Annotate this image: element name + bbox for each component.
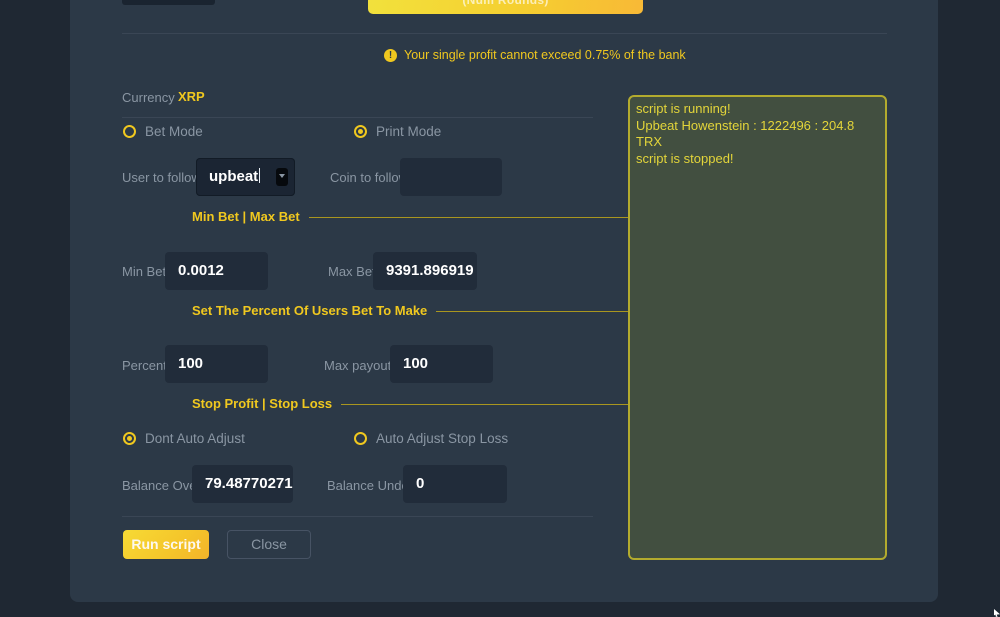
max-payout-label: Max payout [324, 358, 391, 373]
max-bet-label: Max Bet [328, 264, 376, 279]
radio-print-mode[interactable]: Print Mode [354, 124, 441, 139]
currency-label: Currency [122, 90, 175, 105]
percent-value: 100 [178, 355, 203, 372]
screen: (Num Rounds) ! Your single profit cannot… [0, 0, 1000, 617]
min-bet-input[interactable]: 0.0012 [165, 252, 268, 290]
partial-top-input[interactable] [122, 0, 215, 5]
script-settings-panel: (Num Rounds) ! Your single profit cannot… [70, 0, 938, 602]
section-stop: Stop Profit | Stop Loss [192, 396, 663, 411]
balance-over-value: 79.48770271 [205, 475, 293, 492]
top-divider [122, 33, 887, 34]
radio-bet-mode-label: Bet Mode [145, 124, 203, 139]
radio-circle-icon [354, 125, 367, 138]
min-bet-label: Min Bet [122, 264, 166, 279]
radio-print-mode-label: Print Mode [376, 124, 441, 139]
balance-under-value: 0 [416, 475, 424, 492]
actions-divider [122, 516, 593, 517]
radio-dont-auto-adjust-label: Dont Auto Adjust [145, 431, 245, 446]
profit-warning: ! Your single profit cannot exceed 0.75%… [384, 48, 686, 62]
script-log-textarea[interactable]: script is running! Upbeat Howenstein : 1… [628, 95, 887, 560]
user-to-follow-value: upbeat [209, 168, 258, 185]
radio-auto-adjust-stop-loss[interactable]: Auto Adjust Stop Loss [354, 431, 508, 446]
min-bet-value: 0.0012 [178, 262, 224, 279]
radio-bet-mode[interactable]: Bet Mode [123, 124, 203, 139]
run-script-button[interactable]: Run script [123, 530, 209, 559]
coin-to-follow-label: Coin to follow [330, 170, 408, 185]
balance-under-label: Balance Under [327, 478, 413, 493]
mouse-cursor [994, 609, 1000, 617]
radio-dont-auto-adjust[interactable]: Dont Auto Adjust [123, 431, 245, 446]
radio-circle-icon [123, 125, 136, 138]
user-to-follow-input[interactable]: upbeat [196, 158, 295, 196]
top-partial-button[interactable]: (Num Rounds) [368, 0, 643, 14]
keyboard-extension-icon[interactable] [276, 168, 288, 186]
max-payout-input[interactable]: 100 [390, 345, 493, 383]
section-line [341, 404, 663, 405]
log-line: script is stopped! [636, 151, 879, 168]
user-to-follow-label: User to follow [122, 170, 201, 185]
balance-over-input[interactable]: 79.48770271 [192, 465, 293, 503]
coin-to-follow-input[interactable] [400, 158, 502, 196]
currency-divider [122, 117, 593, 118]
balance-under-input[interactable]: 0 [403, 465, 507, 503]
balance-over-label: Balance Over [122, 478, 201, 493]
exclamation-circle-icon: ! [384, 49, 397, 62]
radio-circle-icon [123, 432, 136, 445]
section-stop-title: Stop Profit | Stop Loss [192, 396, 332, 411]
close-button[interactable]: Close [227, 530, 311, 559]
log-line: script is running! [636, 101, 879, 118]
section-percent-title: Set The Percent Of Users Bet To Make [192, 303, 427, 318]
percent-input[interactable]: 100 [165, 345, 268, 383]
max-bet-value: 9391.896919 [386, 262, 474, 279]
radio-auto-adjust-stop-loss-label: Auto Adjust Stop Loss [376, 431, 508, 446]
percent-label: Percent [122, 358, 167, 373]
warning-text: Your single profit cannot exceed 0.75% o… [404, 48, 686, 62]
section-bet-limits: Min Bet | Max Bet [192, 209, 663, 224]
text-caret [259, 168, 260, 183]
currency-value[interactable]: XRP [178, 89, 205, 104]
section-bet-limits-title: Min Bet | Max Bet [192, 209, 300, 224]
section-percent: Set The Percent Of Users Bet To Make [192, 303, 663, 318]
top-partial-button-label: (Num Rounds) [462, 0, 548, 7]
radio-circle-icon [354, 432, 367, 445]
max-payout-value: 100 [403, 355, 428, 372]
log-line: Upbeat Howenstein : 1222496 : 204.8 TRX [636, 118, 879, 151]
max-bet-input[interactable]: 9391.896919 [373, 252, 477, 290]
section-line [309, 217, 663, 218]
